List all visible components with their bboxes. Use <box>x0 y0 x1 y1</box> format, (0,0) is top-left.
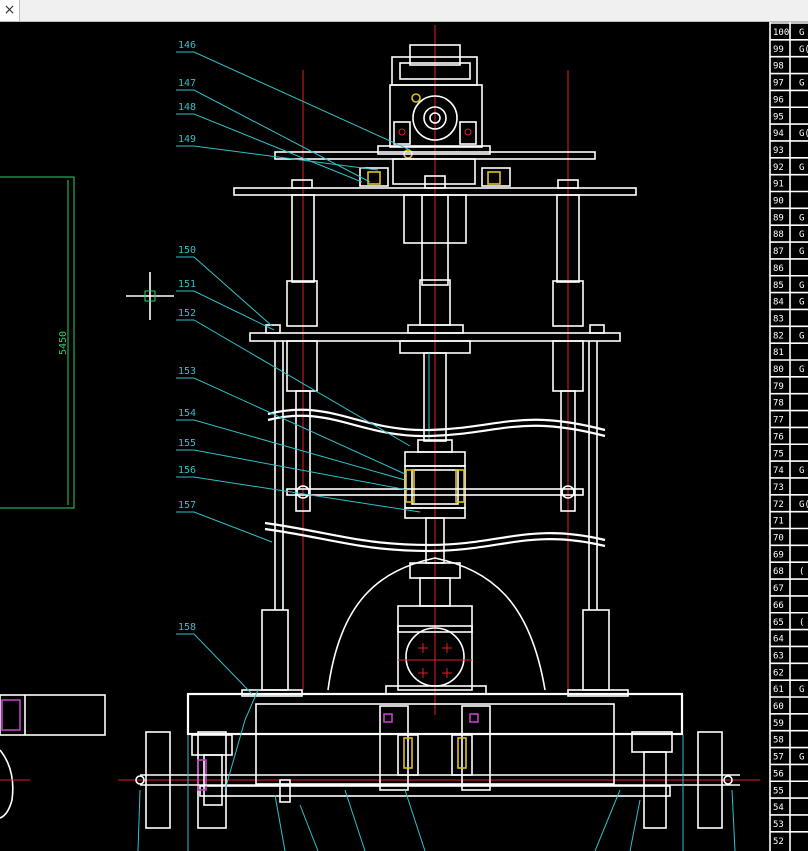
table-row-number: 62 <box>773 668 784 678</box>
table-row-code: G <box>799 230 804 240</box>
table-row-number: 75 <box>773 449 784 459</box>
table-row-number: 89 <box>773 213 784 223</box>
table-row-number: 71 <box>773 517 784 527</box>
callout-label: 150 <box>178 245 196 256</box>
table-row-code: G <box>799 331 804 341</box>
table-row-code: G <box>799 466 804 476</box>
table-row-number: 80 <box>773 365 784 375</box>
parts-table: 100G99G(9897G969594G(9392G919089G88G87G8… <box>769 22 808 851</box>
left-side-view <box>0 694 106 819</box>
callout-leaders: 146 147 148 149 150 151 152 153 154 155 156 157 158 <box>176 40 421 695</box>
callout-label: 157 <box>178 500 196 511</box>
table-row-code: G <box>799 753 804 763</box>
dimension-text: 5450 <box>58 331 69 355</box>
table-row-code: G <box>799 28 804 38</box>
table-row-number: 58 <box>773 736 784 746</box>
table-row-number: 93 <box>773 146 784 156</box>
callout-label: 158 <box>178 622 196 633</box>
table-row-number: 59 <box>773 719 784 729</box>
table-row-number: 95 <box>773 112 784 122</box>
table-row-number: 100 <box>773 28 789 38</box>
table-row-number: 98 <box>773 62 784 72</box>
table-row-number: 86 <box>773 264 784 274</box>
table-row-number: 84 <box>773 298 784 308</box>
table-row-number: 73 <box>773 483 784 493</box>
table-row-number: 85 <box>773 281 784 291</box>
table-row-number: 55 <box>773 786 784 796</box>
table-row-number: 83 <box>773 314 784 324</box>
table-row-number: 64 <box>773 635 784 645</box>
table-row-number: 68 <box>773 567 784 577</box>
callout-label: 146 <box>178 40 196 51</box>
callout-label: 152 <box>178 308 196 319</box>
table-row-number: 56 <box>773 769 784 779</box>
table-row-number: 65 <box>773 618 784 628</box>
callout-label: 151 <box>178 279 196 290</box>
callout-label: 147 <box>178 78 196 89</box>
table-row-number: 99 <box>773 45 784 55</box>
table-row-number: 79 <box>773 382 784 392</box>
table-row-code: ( <box>799 567 804 577</box>
table-row-number: 60 <box>773 702 784 712</box>
table-row-number: 54 <box>773 803 784 813</box>
table-row-number: 63 <box>773 651 784 661</box>
table-row-code: G( <box>799 45 808 55</box>
cad-drawing: 100G99G(9897G969594G(9392G919089G88G87G8… <box>0 22 808 851</box>
callout-label: 155 <box>178 438 196 449</box>
table-row-number: 78 <box>773 399 784 409</box>
table-row-number: 97 <box>773 79 784 89</box>
table-row-number: 92 <box>773 163 784 173</box>
table-row-code: G( <box>799 500 808 510</box>
table-row-code: G <box>799 163 804 173</box>
table-row-number: 96 <box>773 95 784 105</box>
table-row-number: 61 <box>773 685 784 695</box>
table-row-number: 52 <box>773 837 784 847</box>
callout-label: 153 <box>178 366 196 377</box>
table-row-number: 67 <box>773 584 784 594</box>
table-row-code: G <box>799 298 804 308</box>
table-row-number: 94 <box>773 129 784 139</box>
callout-label: 149 <box>178 134 196 145</box>
tab-bar: × <box>0 0 808 22</box>
table-row-code: G <box>799 213 804 223</box>
table-row-code: G <box>799 247 804 257</box>
table-row-number: 77 <box>773 416 784 426</box>
table-row-number: 90 <box>773 197 784 207</box>
table-row-code: G <box>799 685 804 695</box>
table-row-code: G <box>799 365 804 375</box>
callout-label: 154 <box>178 408 196 419</box>
cursor-crosshair <box>126 272 174 320</box>
close-tab-button[interactable]: × <box>0 0 20 21</box>
table-row-number: 69 <box>773 550 784 560</box>
dimension-block: 5450 <box>0 176 75 509</box>
table-row-number: 82 <box>773 331 784 341</box>
table-row-number: 76 <box>773 432 784 442</box>
table-row-number: 74 <box>773 466 784 476</box>
table-row-code: ( <box>799 618 804 628</box>
table-row-code: G( <box>799 129 808 139</box>
table-row-number: 88 <box>773 230 784 240</box>
table-row-code: G <box>799 79 804 89</box>
table-row-number: 87 <box>773 247 784 257</box>
callout-label: 156 <box>178 465 196 476</box>
table-row-number: 81 <box>773 348 784 358</box>
callout-label: 148 <box>178 102 196 113</box>
table-row-number: 53 <box>773 820 784 830</box>
table-row-number: 72 <box>773 500 784 510</box>
table-row-number: 70 <box>773 534 784 544</box>
table-row-number: 91 <box>773 180 784 190</box>
table-row-number: 57 <box>773 753 784 763</box>
close-icon: × <box>3 2 16 18</box>
table-row-number: 66 <box>773 601 784 611</box>
table-row-code: G <box>799 281 804 291</box>
